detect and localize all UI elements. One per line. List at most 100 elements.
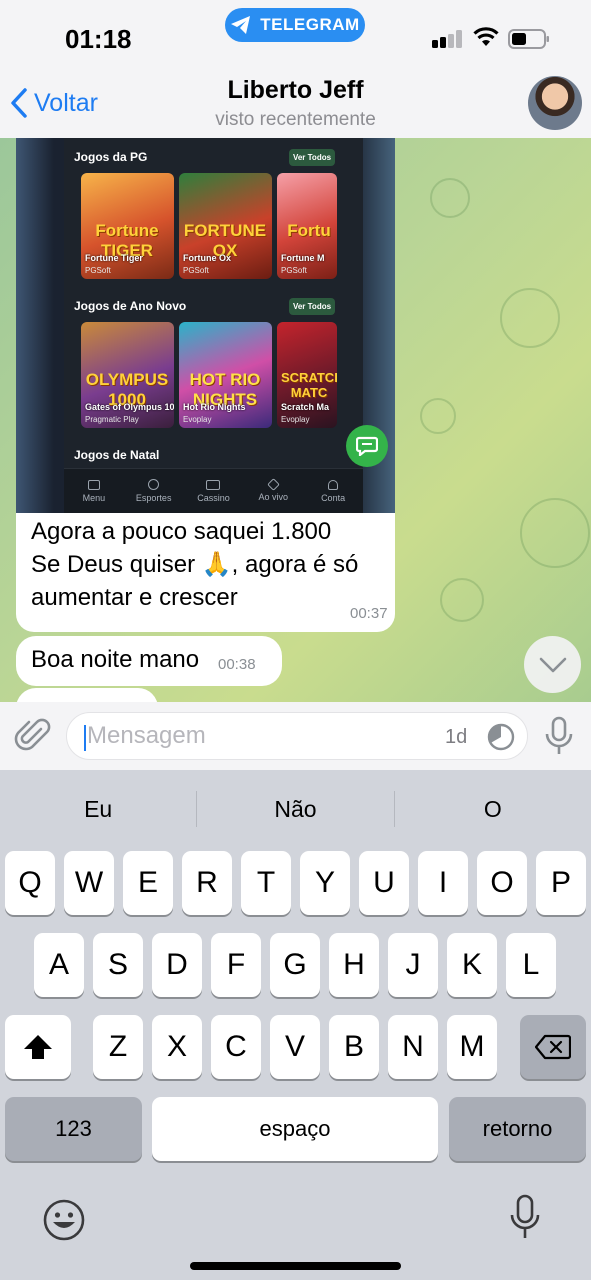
auto-delete-timer-icon[interactable]	[485, 721, 517, 753]
key[interactable]: K	[447, 933, 497, 997]
game-tile: HOT RIO NIGHTS Hot Rio Nights Evoplay	[179, 322, 272, 428]
chevron-down-icon	[539, 657, 566, 672]
chat-support-fab	[346, 425, 388, 467]
key[interactable]: T	[241, 851, 291, 915]
tab-label: Esportes	[135, 493, 172, 503]
space-key[interactable]: espaço	[152, 1097, 438, 1161]
key[interactable]: J	[388, 933, 438, 997]
key[interactable]: O	[477, 851, 527, 915]
see-all-button: Ver Todos	[289, 149, 335, 166]
shift-key[interactable]	[5, 1015, 71, 1079]
key[interactable]: X	[152, 1015, 202, 1079]
key[interactable]: P	[536, 851, 586, 915]
tab-label: Conta	[321, 492, 346, 503]
text-message-bubble[interactable]: Boa noite mano 00:38	[16, 636, 282, 686]
key[interactable]: Z	[93, 1015, 143, 1079]
section-title: Jogos de Ano Novo	[74, 299, 187, 313]
game-name: Gates of Olympus 1000	[85, 402, 174, 412]
key[interactable]: S	[93, 933, 143, 997]
key[interactable]: C	[211, 1015, 261, 1079]
message-line: Se Deus quiser 🙏, agora é só	[31, 551, 359, 578]
game-tile: FORTUNE OX Fortune Ox PGSoft	[179, 173, 272, 279]
game-name: Hot Rio Nights	[183, 402, 246, 412]
auto-delete-timer-label[interactable]: 1d	[445, 726, 467, 749]
game-name: Fortune Tiger	[85, 253, 143, 263]
backspace-key[interactable]	[520, 1015, 586, 1079]
message-field[interactable]: 1d	[66, 712, 528, 760]
shift-arrow-icon	[24, 1035, 52, 1059]
game-provider: PGSoft	[281, 266, 307, 275]
message-input[interactable]	[87, 721, 417, 751]
key[interactable]: G	[270, 933, 320, 997]
chat-area[interactable]: Jogos da PG Ver Todos Fortune TIGER Fort…	[0, 138, 591, 702]
text-message-bubble[interactable]	[16, 688, 158, 702]
message-text: Agora a pouco saquei 1.800 Se Deus quise…	[31, 515, 381, 614]
message-line: Agora a pouco saquei 1.800	[31, 518, 332, 545]
game-provider: PGSoft	[183, 266, 209, 275]
menu-icon	[87, 479, 100, 490]
game-tile: Fortune TIGER Fortune Tiger PGSoft	[81, 173, 174, 279]
key[interactable]: L	[506, 933, 556, 997]
avatar[interactable]	[528, 76, 582, 130]
screenshot-tab: Ao vivo	[243, 469, 303, 513]
suggestion-bar: Eu Não O	[0, 784, 591, 834]
screenshot-tab: Esportes	[124, 469, 184, 513]
game-provider: Evoplay	[281, 415, 310, 424]
user-icon	[328, 479, 339, 490]
tab-label: Menu	[82, 492, 106, 503]
soccer-ball-icon	[148, 479, 160, 490]
game-tile: SCRATCH MATC Scratch Ma Evoplay	[277, 322, 337, 428]
paperclip-icon[interactable]	[14, 716, 52, 756]
screenshot-tabbar: Menu Esportes Cassino Ao vivo Conta	[64, 468, 363, 513]
numbers-key[interactable]: 123	[5, 1097, 142, 1161]
microphone-icon[interactable]	[542, 716, 576, 756]
key[interactable]: W	[64, 851, 114, 915]
dictation-microphone-icon[interactable]	[508, 1194, 542, 1240]
suggestion-item[interactable]: Não	[197, 784, 393, 834]
image-message-bubble[interactable]: Jogos da PG Ver Todos Fortune TIGER Fort…	[16, 138, 395, 632]
scroll-to-bottom-button[interactable]	[524, 636, 581, 693]
tab-label: Cassino	[197, 492, 230, 503]
telegram-pill[interactable]: TELEGRAM	[225, 8, 365, 42]
key[interactable]: Q	[5, 851, 55, 915]
return-key[interactable]: retorno	[449, 1097, 586, 1161]
game-logo: SCRATCH MATC	[281, 370, 337, 400]
message-time: 00:37	[350, 605, 388, 622]
back-button[interactable]: Voltar	[10, 88, 98, 118]
backspace-icon	[535, 1034, 571, 1060]
key[interactable]: A	[34, 933, 84, 997]
key[interactable]: M	[447, 1015, 497, 1079]
suggestion-item[interactable]: Eu	[0, 784, 196, 834]
key[interactable]: D	[152, 933, 202, 997]
cellular-signal-icon	[432, 30, 462, 48]
wallpaper-doodle	[520, 498, 590, 568]
chevron-left-icon	[11, 88, 27, 118]
key[interactable]: N	[388, 1015, 438, 1079]
key[interactable]: R	[182, 851, 232, 915]
slot-machine-icon	[206, 479, 221, 490]
message-text: Boa noite mano	[31, 646, 200, 673]
telegram-pill-label: TELEGRAM	[260, 15, 360, 34]
key[interactable]: B	[329, 1015, 379, 1079]
key[interactable]: Y	[300, 851, 350, 915]
key[interactable]: H	[329, 933, 379, 997]
wallpaper-doodle	[420, 398, 456, 434]
casino-screenshot-image[interactable]: Jogos da PG Ver Todos Fortune TIGER Fort…	[16, 138, 395, 513]
game-logo: Fortu	[287, 221, 331, 240]
status-time: 01:18	[65, 24, 132, 54]
emoji-icon[interactable]	[42, 1198, 86, 1242]
key[interactable]: U	[359, 851, 409, 915]
key[interactable]: F	[211, 933, 261, 997]
game-name: Fortune Ox	[183, 253, 232, 263]
key[interactable]: V	[270, 1015, 320, 1079]
game-provider: Evoplay	[183, 415, 212, 424]
suggestion-item[interactable]: O	[395, 784, 591, 834]
status-bar: 01:18 TELEGRAM	[0, 0, 591, 70]
message-time: 00:38	[218, 656, 256, 673]
keyboard: Eu Não O Q W E R T Y U I O P A S D F G H…	[0, 770, 591, 1280]
key[interactable]: I	[418, 851, 468, 915]
battery-icon	[508, 29, 549, 49]
key[interactable]: E	[123, 851, 173, 915]
home-indicator[interactable]	[190, 1262, 401, 1270]
text-caret	[84, 725, 86, 751]
